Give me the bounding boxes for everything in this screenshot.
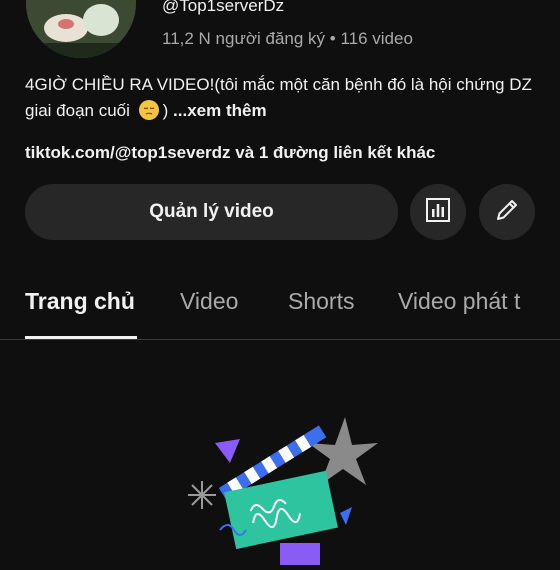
channel-tabs: Trang chủ Video Shorts Video phát t [0, 270, 560, 340]
analytics-icon [424, 196, 452, 229]
manage-videos-button[interactable]: Quản lý video [25, 184, 398, 240]
read-more-link[interactable]: ...xem thêm [168, 101, 267, 120]
analytics-button[interactable] [410, 184, 466, 240]
video-count: 116 video [340, 29, 413, 48]
tabs-divider [0, 339, 560, 340]
pensive-emoji-icon [138, 100, 159, 120]
channel-stats: 11,2 N người đăng ký • 116 video [162, 29, 413, 49]
subscriber-count: 11,2 N người đăng ký [162, 29, 326, 48]
tab-home[interactable]: Trang chủ [25, 288, 135, 315]
tab-videos[interactable]: Video [180, 288, 238, 315]
channel-links[interactable]: tiktok.com/@top1severdz và 1 đường liên … [25, 143, 435, 163]
channel-handle: @Top1serverDz [162, 0, 285, 15]
tab-live[interactable]: Video phát t [398, 288, 520, 315]
channel-description[interactable]: 4GIỜ CHIỀU RA VIDEO!(tôi mắc một căn bện… [25, 72, 535, 124]
pencil-icon [493, 196, 521, 229]
description-text: 4GIỜ CHIỀU RA VIDEO!(tôi mắc một căn bện… [25, 75, 532, 120]
channel-avatar[interactable] [26, 0, 136, 58]
tab-shorts[interactable]: Shorts [288, 288, 354, 315]
edit-channel-button[interactable] [479, 184, 535, 240]
stats-separator: • [329, 29, 336, 48]
empty-state-illustration [180, 405, 390, 565]
